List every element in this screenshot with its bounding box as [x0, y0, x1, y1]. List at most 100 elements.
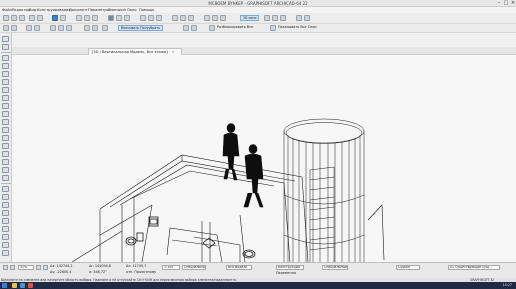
layer-visibility-icon[interactable] [26, 25, 32, 31]
fill-tool-icon[interactable] [2, 218, 9, 224]
pen-set-icon[interactable] [84, 15, 90, 21]
group-icon[interactable] [58, 25, 64, 31]
model-view-select[interactable]: Конструкция [276, 265, 304, 270]
renovation-filter-select[interactable]: 01 Существующие сущ... [448, 265, 500, 270]
marquee-icon[interactable] [60, 15, 66, 21]
align-icon[interactable] [84, 25, 90, 31]
sun-icon[interactable] [304, 15, 310, 21]
close-icon[interactable]: × [510, 1, 516, 6]
section-icon[interactable] [140, 15, 146, 21]
axonometry-icon[interactable] [280, 15, 286, 21]
select-scope-chip[interactable]: Вписывать Полуубрать [118, 25, 164, 31]
detail-icon[interactable] [156, 15, 162, 21]
redo-view-icon[interactable] [10, 265, 15, 270]
text-tool-icon[interactable] [2, 202, 9, 208]
roof-tool-icon[interactable] [2, 119, 9, 125]
orbit-icon[interactable] [264, 15, 270, 21]
zoom-out-icon[interactable] [212, 15, 218, 21]
slab-tool-icon[interactable] [2, 95, 9, 101]
elevation-icon[interactable] [148, 15, 154, 21]
save-icon[interactable] [19, 15, 25, 21]
cut-icon[interactable] [172, 15, 178, 21]
undo-view-icon[interactable] [3, 265, 8, 270]
redo-icon[interactable] [37, 15, 43, 21]
level-tool-icon[interactable] [2, 194, 9, 200]
copy-icon[interactable] [180, 15, 186, 21]
open-file-icon[interactable] [11, 15, 17, 21]
door-tool-icon[interactable] [2, 63, 9, 69]
arrow-tool-icon[interactable] [2, 36, 9, 42]
os-taskbar: 14:27 [0, 282, 516, 289]
show-layers-label[interactable]: Показывать Все Слои [278, 25, 317, 30]
guide-icon[interactable] [124, 15, 130, 21]
window-tool-icon[interactable] [2, 71, 9, 77]
ungroup-icon[interactable] [66, 25, 72, 31]
zoom-out-view-icon[interactable] [43, 265, 48, 270]
coord-dy: Δy: -22600,4 [50, 270, 72, 274]
minimize-icon[interactable]: – [496, 1, 502, 6]
fit-window-icon[interactable] [220, 15, 226, 21]
shell-tool-icon[interactable] [2, 127, 9, 133]
dimension-tool-icon[interactable] [2, 186, 9, 192]
wall-tool-icon[interactable] [2, 55, 9, 61]
line-tool-icon[interactable] [2, 226, 9, 232]
zoom-in-view-icon[interactable] [36, 265, 41, 270]
layer-icon[interactable] [76, 15, 82, 21]
snap-icon[interactable] [116, 15, 122, 21]
scale-field[interactable]: 1:100 [162, 265, 180, 270]
pen-mode-select[interactable]: Специальный [182, 265, 206, 270]
lasso-icon[interactable] [11, 25, 17, 31]
mirror-icon[interactable] [102, 25, 108, 31]
view-tab-bar: [3D / Вертикальная Модель, Все этажи] × [12, 47, 516, 55]
paste-icon[interactable] [188, 15, 194, 21]
trace-icon[interactable] [92, 15, 98, 21]
browser-icon[interactable] [20, 283, 25, 288]
spline-tool-icon[interactable] [2, 250, 9, 256]
label-tool-icon[interactable] [2, 210, 9, 216]
pointer-icon[interactable] [3, 25, 9, 31]
section-marker-icon[interactable] [183, 25, 189, 31]
furniture [125, 216, 256, 259]
filter-icon[interactable] [50, 25, 56, 31]
lock-icon[interactable] [34, 25, 40, 31]
zoom-field[interactable]: 31% [18, 265, 34, 270]
grid-icon[interactable] [108, 15, 114, 21]
show-layers-icon[interactable] [270, 25, 276, 31]
maximize-icon[interactable]: □ [503, 1, 509, 6]
renovation-select[interactable]: Custom [396, 265, 420, 270]
curtain-wall-tool-icon[interactable] [2, 143, 9, 149]
skylight-tool-icon[interactable] [2, 135, 9, 141]
file-explorer-icon[interactable] [12, 283, 17, 288]
marquee-tool-icon[interactable] [2, 44, 9, 50]
distribute-icon[interactable] [92, 25, 98, 31]
undo-icon[interactable] [29, 15, 35, 21]
close-tab-icon[interactable]: × [172, 50, 175, 54]
arc-tool-icon[interactable] [2, 234, 9, 240]
unlock-all-icon[interactable] [209, 25, 215, 31]
3d-viewport[interactable] [12, 55, 516, 262]
view-mode-chip[interactable]: 3D окно [240, 15, 260, 21]
graphic-override-select[interactable]: Специальный [322, 265, 348, 270]
elevation-marker-icon[interactable] [191, 25, 197, 31]
beam-tool-icon[interactable] [2, 87, 9, 93]
column-tool-icon[interactable] [2, 79, 9, 85]
zone-tool-icon[interactable] [2, 167, 9, 173]
morph-tool-icon[interactable] [2, 151, 9, 157]
structure-select[interactable]: Вся модель [226, 265, 252, 270]
coord-r: Δr: 144094,8 [89, 264, 112, 268]
railing-tool-icon[interactable] [2, 111, 9, 117]
perspective-icon[interactable] [272, 15, 278, 21]
stair-tool-icon[interactable] [2, 103, 9, 109]
object-tool-icon[interactable] [2, 159, 9, 165]
mesh-tool-icon[interactable] [2, 175, 9, 181]
tab-3d-view[interactable]: [3D / Вертикальная Модель, Все этажи] × [88, 48, 182, 55]
coord-z: Δz: 11745,7 [126, 264, 147, 268]
new-file-icon[interactable] [3, 15, 9, 21]
archicad-icon[interactable] [28, 283, 33, 288]
render-icon[interactable] [296, 15, 302, 21]
zoom-in-icon[interactable] [204, 15, 210, 21]
unlock-all-label[interactable]: Разблокировать Все [217, 25, 253, 30]
polyline-tool-icon[interactable] [2, 242, 9, 248]
start-icon[interactable] [2, 283, 7, 288]
arrow-tool-icon[interactable] [52, 15, 58, 21]
